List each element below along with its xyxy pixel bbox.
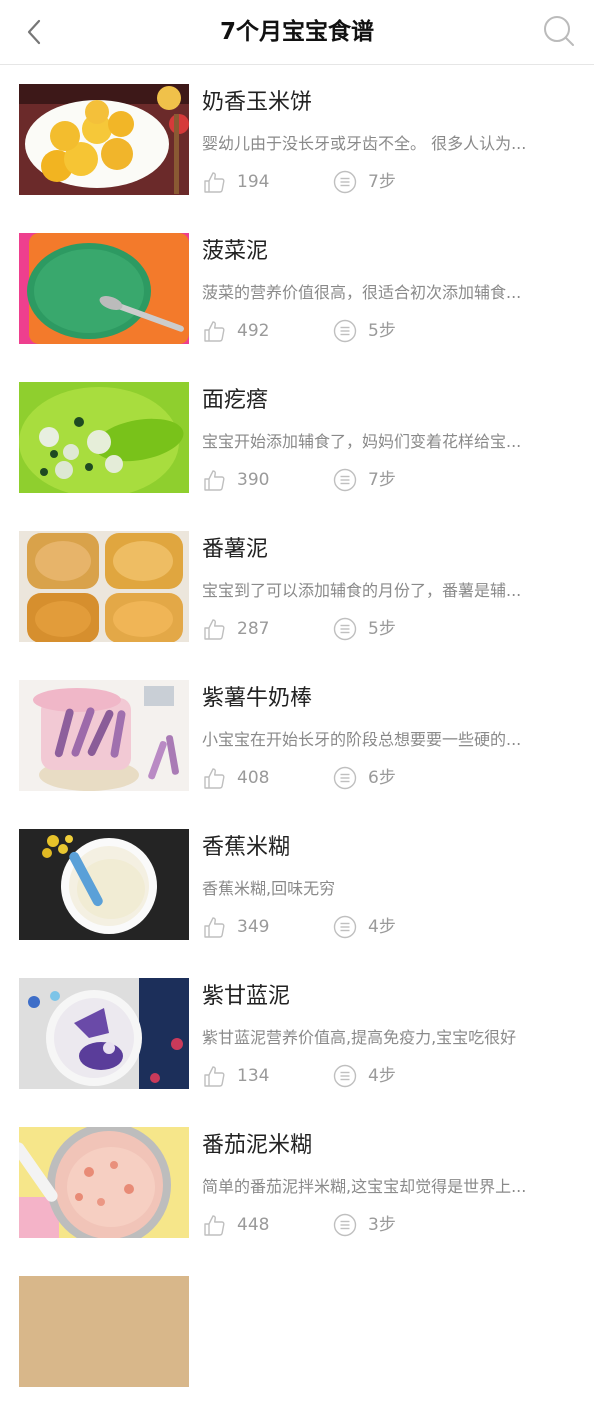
- recipe-thumbnail[interactable]: [19, 978, 189, 1089]
- likes[interactable]: 134: [202, 1064, 269, 1088]
- likes[interactable]: 492: [202, 319, 269, 343]
- likes[interactable]: 287: [202, 617, 269, 641]
- step-count: 5步: [368, 321, 396, 341]
- search-button[interactable]: [542, 14, 578, 50]
- steps: 3步: [333, 1213, 396, 1237]
- like-count: 194: [237, 172, 270, 192]
- thumbs-up-icon: [204, 619, 225, 640]
- step-count: 7步: [368, 470, 396, 490]
- step-count: 4步: [368, 917, 396, 937]
- like-count: 448: [237, 1215, 270, 1235]
- list-icon: [333, 617, 357, 641]
- likes[interactable]: 349: [202, 915, 269, 939]
- steps: 4步: [333, 915, 396, 939]
- step-count: 6步: [368, 768, 396, 788]
- thumbs-up-icon: [204, 768, 225, 789]
- recipe-description: 紫甘蓝泥营养价值高,提高免疫力,宝宝吃很好: [202, 1028, 517, 1047]
- step-count: 3步: [368, 1215, 396, 1235]
- like-count: 287: [237, 619, 270, 639]
- recipe-description: 菠菜的营养价值很高，很适合初次添加辅食...: [202, 283, 522, 302]
- recipe-description: 宝宝开始添加辅食了，妈妈们变着花样给宝...: [202, 432, 522, 451]
- recipe-thumbnail[interactable]: [19, 233, 189, 344]
- recipe-item[interactable]: [0, 1257, 594, 1406]
- recipe-description: 婴幼儿由于没长牙或牙齿不全。 很多人认为...: [202, 134, 527, 153]
- recipe-title: 奶香玉米饼: [202, 90, 313, 115]
- recipe-thumbnail[interactable]: [19, 382, 189, 493]
- recipe-thumbnail[interactable]: [19, 84, 189, 195]
- recipe-thumbnail[interactable]: [19, 1127, 189, 1238]
- recipe-thumbnail[interactable]: [19, 1276, 189, 1387]
- likes[interactable]: 448: [202, 1213, 269, 1237]
- recipe-title: 菠菜泥: [202, 239, 269, 264]
- recipe-item[interactable]: 面疙瘩 宝宝开始添加辅食了，妈妈们变着花样给宝... 390 7步: [0, 363, 594, 512]
- likes[interactable]: 194: [202, 170, 269, 194]
- thumbs-up-icon: [204, 1066, 225, 1087]
- recipe-title: 面疙瘩: [202, 388, 269, 413]
- recipe-thumbnail[interactable]: [19, 829, 189, 940]
- recipe-item[interactable]: 奶香玉米饼 婴幼儿由于没长牙或牙齿不全。 很多人认为... 194 7步: [0, 65, 594, 214]
- like-count: 492: [237, 321, 270, 341]
- recipe-description: 宝宝到了可以添加辅食的月份了，番薯是辅...: [202, 581, 522, 600]
- recipe-title: 香蕉米糊: [202, 835, 291, 860]
- recipe-description: 香蕉米糊,回味无穷: [202, 879, 336, 898]
- recipe-description: 简单的番茄泥拌米糊,这宝宝却觉得是世界上...: [202, 1177, 527, 1196]
- recipe-thumbnail[interactable]: [19, 531, 189, 642]
- top-bar: 7个月宝宝食谱: [0, 0, 594, 65]
- list-icon: [333, 1213, 357, 1237]
- list-icon: [333, 915, 357, 939]
- likes[interactable]: 390: [202, 468, 269, 492]
- recipe-title: 番茄泥米糊: [202, 1133, 313, 1158]
- recipe-title: 番薯泥: [202, 537, 269, 562]
- step-count: 5步: [368, 619, 396, 639]
- thumbs-up-icon: [204, 321, 225, 342]
- recipe-title: 紫甘蓝泥: [202, 984, 291, 1009]
- thumbs-up-icon: [204, 470, 225, 491]
- thumbs-up-icon: [204, 1215, 225, 1236]
- steps: 7步: [333, 170, 396, 194]
- steps: 5步: [333, 319, 396, 343]
- step-count: 7步: [368, 172, 396, 192]
- likes[interactable]: 408: [202, 766, 269, 790]
- recipe-list: 奶香玉米饼 婴幼儿由于没长牙或牙齿不全。 很多人认为... 194 7步 菠菜泥…: [0, 65, 594, 1406]
- recipe-item[interactable]: 菠菜泥 菠菜的营养价值很高，很适合初次添加辅食... 492 5步: [0, 214, 594, 363]
- like-count: 390: [237, 470, 270, 490]
- list-icon: [333, 319, 357, 343]
- recipe-thumbnail[interactable]: [19, 680, 189, 791]
- recipe-item[interactable]: 番茄泥米糊 简单的番茄泥拌米糊,这宝宝却觉得是世界上... 448 3步: [0, 1108, 594, 1257]
- thumbs-up-icon: [204, 172, 225, 193]
- recipe-item[interactable]: 紫甘蓝泥 紫甘蓝泥营养价值高,提高免疫力,宝宝吃很好 134 4步: [0, 959, 594, 1108]
- like-count: 408: [237, 768, 270, 788]
- recipe-item[interactable]: 紫薯牛奶棒 小宝宝在开始长牙的阶段总想要要一些硬的... 408 6步: [0, 661, 594, 810]
- list-icon: [333, 468, 357, 492]
- search-icon: [544, 16, 574, 46]
- page-title: 7个月宝宝食谱: [219, 19, 374, 45]
- recipe-item[interactable]: 番薯泥 宝宝到了可以添加辅食的月份了，番薯是辅... 287 5步: [0, 512, 594, 661]
- steps: 7步: [333, 468, 396, 492]
- list-icon: [333, 1064, 357, 1088]
- steps: 6步: [333, 766, 396, 790]
- step-count: 4步: [368, 1066, 396, 1086]
- list-icon: [333, 766, 357, 790]
- steps: 5步: [333, 617, 396, 641]
- thumbs-up-icon: [204, 917, 225, 938]
- recipe-description: 小宝宝在开始长牙的阶段总想要要一些硬的...: [202, 730, 522, 749]
- like-count: 349: [237, 917, 270, 937]
- recipe-title: 紫薯牛奶棒: [202, 686, 313, 711]
- list-icon: [333, 170, 357, 194]
- steps: 4步: [333, 1064, 396, 1088]
- like-count: 134: [237, 1066, 270, 1086]
- recipe-item[interactable]: 香蕉米糊 香蕉米糊,回味无穷 349 4步: [0, 810, 594, 959]
